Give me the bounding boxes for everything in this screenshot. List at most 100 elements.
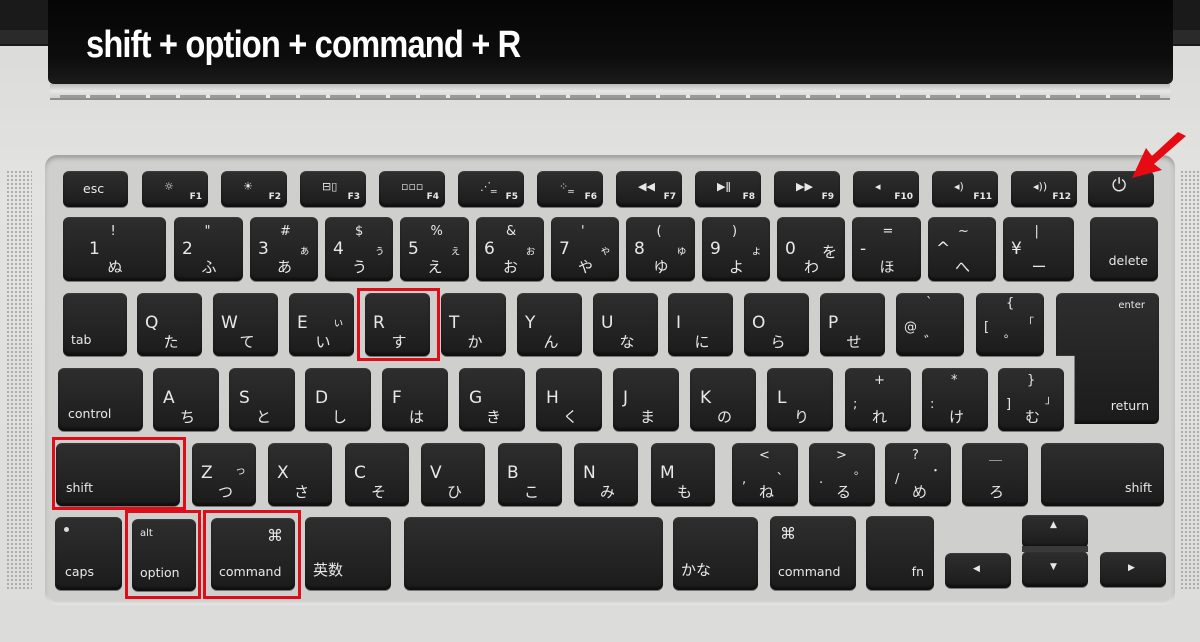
key-l[interactable]: Lり xyxy=(767,368,833,431)
key-u[interactable]: Uな xyxy=(593,293,658,356)
key-main: ; xyxy=(853,397,858,412)
key-j[interactable]: Jま xyxy=(613,368,679,431)
key-f8[interactable]: ▶ǁ F8 xyxy=(695,171,761,207)
key-arrow-down[interactable]: ▼ xyxy=(1022,551,1088,587)
key-a[interactable]: Aち xyxy=(153,368,219,431)
key-label-top: enter xyxy=(1118,300,1145,311)
key-kana: ち xyxy=(180,408,196,426)
speaker-grille-right xyxy=(1180,170,1200,590)
key-bracket-close[interactable]: ]} む」 xyxy=(998,368,1064,431)
key-option[interactable]: alt option xyxy=(132,519,196,591)
key-h[interactable]: Hく xyxy=(536,368,602,431)
key-f1[interactable]: ☼ F1 xyxy=(142,171,208,207)
key-delete[interactable]: delete xyxy=(1090,217,1158,281)
key-6[interactable]: 6 & おぉ xyxy=(476,217,544,281)
key-e[interactable]: Eいぃ xyxy=(289,293,354,356)
key-kana: つ xyxy=(218,483,234,501)
key-command-right[interactable]: ⌘ command xyxy=(770,516,856,590)
key-w[interactable]: Wて xyxy=(213,293,278,356)
fkey-number: F3 xyxy=(347,192,360,202)
key-command-left[interactable]: ⌘ command xyxy=(211,518,295,590)
key-f9[interactable]: ▶▶ F9 xyxy=(774,171,840,207)
key-5[interactable]: 5% えぇ xyxy=(400,217,469,281)
key-period[interactable]: . > る。 xyxy=(809,443,875,506)
key-f10[interactable]: ◂ F10 xyxy=(853,171,919,207)
key-v[interactable]: Vひ xyxy=(421,443,485,506)
key-minus[interactable]: - = ほ xyxy=(852,217,921,281)
key-caret[interactable]: ^ ~ へ xyxy=(928,217,996,281)
key-o[interactable]: Oら xyxy=(744,293,809,356)
key-control[interactable]: control xyxy=(58,368,143,431)
key-p[interactable]: Pせ xyxy=(820,293,885,356)
key-shift-right[interactable]: shift xyxy=(1041,443,1164,506)
key-x[interactable]: Xさ xyxy=(268,443,332,506)
key-main: J xyxy=(623,388,629,408)
key-q[interactable]: Qた xyxy=(137,293,202,356)
key-space[interactable] xyxy=(404,517,663,590)
key-r[interactable]: Rす xyxy=(365,293,430,356)
key-shift: " xyxy=(204,224,211,239)
key-s[interactable]: Sと xyxy=(229,368,295,431)
key-kana[interactable]: かな xyxy=(673,517,758,590)
key-n[interactable]: Nみ xyxy=(574,443,638,506)
key-fn[interactable]: fn xyxy=(866,516,934,590)
key-3[interactable]: 3 # あぁ xyxy=(250,217,318,281)
key-kana: め xyxy=(912,483,928,501)
key-f6[interactable]: ⁘‗ F6 xyxy=(537,171,603,207)
key-f2[interactable]: ☀ F2 xyxy=(221,171,287,207)
key-comma[interactable]: , < ね、 xyxy=(732,443,798,506)
key-z[interactable]: Zつっ xyxy=(192,443,256,506)
key-shift: } xyxy=(1027,373,1036,388)
key-2[interactable]: 2 " ふ xyxy=(174,217,243,281)
key-f7[interactable]: ◀◀ F7 xyxy=(616,171,682,207)
key-kana: ゛ xyxy=(924,333,940,351)
key-esc[interactable]: esc xyxy=(63,171,128,207)
key-f11[interactable]: ◂) F11 xyxy=(932,171,998,207)
key-underscore[interactable]: ＿ ろ xyxy=(962,443,1028,506)
key-4[interactable]: 4 $ うぅ xyxy=(325,217,393,281)
key-7[interactable]: 7 ' やゃ xyxy=(551,217,619,281)
key-d[interactable]: Dし xyxy=(305,368,371,431)
key-bracket-open[interactable]: [{゜「 xyxy=(976,293,1044,356)
key-label: control xyxy=(68,405,112,421)
key-shift: | xyxy=(1034,224,1039,239)
key-caps[interactable]: caps xyxy=(55,517,122,590)
key-eisu[interactable]: 英数 xyxy=(305,517,391,590)
key-slash[interactable]: /? め・ xyxy=(885,443,951,506)
key-f[interactable]: Fは xyxy=(382,368,448,431)
key-b[interactable]: Bこ xyxy=(498,443,562,506)
key-f4[interactable]: ▫▫▫ F4 xyxy=(379,171,445,207)
key-f5[interactable]: ⋰‗ F5 xyxy=(458,171,524,207)
key-kana-shift: ぁ xyxy=(299,244,310,257)
fkey-number: F12 xyxy=(1052,192,1071,202)
key-label: fn xyxy=(911,563,924,579)
key-colon[interactable]: : * け xyxy=(922,368,988,431)
key-f3[interactable]: ⊟▯ F3 xyxy=(300,171,366,207)
key-m[interactable]: Mも xyxy=(651,443,715,506)
key-8[interactable]: 8 (ゆゅ xyxy=(626,217,695,281)
key-g[interactable]: Gき xyxy=(459,368,525,431)
key-0[interactable]: 0わを xyxy=(777,217,845,281)
volume-down-icon: ◂) xyxy=(954,180,964,193)
key-t[interactable]: Tか xyxy=(441,293,506,356)
key-semicolon[interactable]: ; + れ xyxy=(845,368,911,431)
key-kana: こ xyxy=(524,483,540,501)
key-i[interactable]: Iに xyxy=(668,293,733,356)
key-1[interactable]: 1! ぬ xyxy=(63,217,166,281)
key-yen[interactable]: ¥ | ー xyxy=(1003,217,1074,281)
key-tab[interactable]: tab xyxy=(63,293,127,356)
key-arrow-right[interactable]: ▶ xyxy=(1100,552,1166,587)
key-at[interactable]: @ ` ゛ xyxy=(896,293,964,356)
key-f12[interactable]: ◂)) F12 xyxy=(1011,171,1077,207)
key-9[interactable]: 9) よょ xyxy=(702,217,770,281)
key-kana-shift: ょ xyxy=(751,244,762,257)
key-arrow-up[interactable]: ▲ xyxy=(1022,515,1088,548)
key-arrow-left[interactable]: ◀ xyxy=(945,553,1011,588)
key-y[interactable]: Yん xyxy=(517,293,582,356)
key-main: - xyxy=(860,239,867,259)
key-kana-shift: ぅ xyxy=(374,244,385,257)
key-shift-left[interactable]: shift xyxy=(56,443,180,506)
key-kana: ろ xyxy=(989,483,1005,501)
key-k[interactable]: Kの xyxy=(690,368,756,431)
key-c[interactable]: Cそ xyxy=(345,443,409,506)
